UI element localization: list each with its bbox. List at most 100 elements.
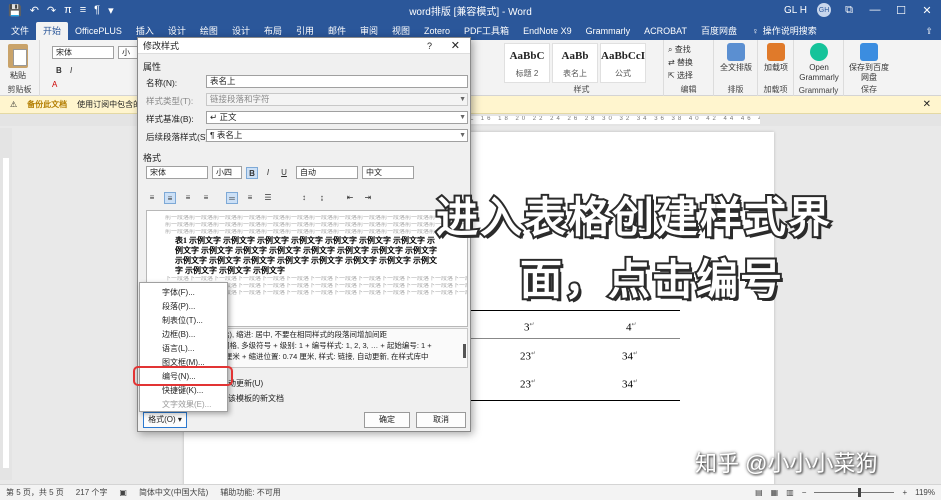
zoom-slider[interactable] [814, 488, 895, 497]
paste-button[interactable]: 粘贴 [10, 70, 26, 81]
underline-button[interactable]: U [278, 167, 290, 179]
zoom-in-icon[interactable]: + [902, 488, 907, 497]
one-half-spacing-icon[interactable]: ≡ [244, 192, 256, 204]
description-scrollbar[interactable] [463, 344, 466, 358]
ribbon-fontcolor-icon[interactable]: A [52, 80, 57, 89]
menu-item-tabs[interactable]: 制表位(T)... [162, 315, 203, 326]
open-grammarly-button[interactable]: Open Grammarly [797, 42, 841, 83]
align-center-icon[interactable]: ≡ [164, 192, 176, 204]
tell-me-search[interactable]: ♀ 操作说明搜索 [744, 22, 825, 40]
select-button[interactable]: ⇱ 选择 [668, 70, 693, 81]
equation-icon[interactable]: π [64, 4, 72, 16]
full-layout-button[interactable]: 全文排版 [716, 42, 756, 73]
dialog-title[interactable]: 修改样式 [138, 38, 470, 54]
align-left-icon[interactable]: ≡ [146, 192, 158, 204]
zoom-level[interactable]: 119% [915, 488, 935, 497]
share-icon[interactable]: ⇪ [925, 22, 933, 40]
avatar[interactable]: GH [817, 3, 831, 17]
format-menu-button[interactable]: 格式(O) ▾ [143, 412, 187, 428]
tab-endnote[interactable]: EndNote X9 [516, 22, 579, 40]
dialog-close-button[interactable]: ✕ [451, 38, 460, 54]
auto-update-checkbox[interactable]: 动更新(U) [228, 378, 263, 389]
paste-icon[interactable] [8, 44, 28, 68]
template-option[interactable]: 该模板的新文档 [228, 393, 284, 404]
menu-item-shortcut-key[interactable]: 快捷键(K)... [162, 385, 203, 396]
user-name[interactable]: GL H [784, 5, 807, 16]
replace-icon: ⇄ [668, 58, 677, 67]
bold-button[interactable]: B [246, 167, 258, 179]
proofing-icon[interactable]: ▣ [119, 488, 127, 497]
size-select[interactable]: 小四 [212, 166, 242, 179]
search-icon: ⌕ [668, 45, 675, 54]
customize-qat-icon[interactable]: ▾ [108, 4, 114, 17]
word-count[interactable]: 217 个字 [76, 487, 108, 498]
paragraph-mark-icon[interactable]: ¶ [94, 4, 100, 16]
print-layout-icon[interactable]: ▦ [771, 488, 779, 497]
single-spacing-icon[interactable]: ═ [226, 192, 238, 204]
decrease-indent-icon[interactable]: ⇤ [344, 192, 356, 204]
style-type-select[interactable]: 链接段落和字符 ▼ [206, 93, 468, 106]
based-on-select[interactable]: ↵ 正文 ▼ [206, 111, 468, 124]
table-cell[interactable]: 3↵ [524, 321, 535, 334]
replace-button[interactable]: ⇄ 替换 [668, 57, 693, 68]
increase-spacing-icon[interactable]: ↕ [298, 192, 310, 204]
tab-baidu[interactable]: 百度网盘 [694, 22, 744, 40]
tab-home[interactable]: 开始 [36, 22, 69, 40]
ribbon-size-box[interactable]: 小 [118, 46, 138, 59]
menu-item-border[interactable]: 边框(B)... [162, 329, 195, 340]
table-cell[interactable]: 23↵ [520, 378, 536, 391]
dialog-help-button[interactable]: ? [427, 38, 432, 54]
table-cell[interactable]: 23↵ [520, 350, 536, 363]
font-select[interactable]: 宋体 [146, 166, 208, 179]
message-bar-close-button[interactable]: ✕ [923, 99, 931, 110]
script-select[interactable]: 中文 [362, 166, 414, 179]
tab-grammarly[interactable]: Grammarly [579, 22, 638, 40]
ribbon-display-icon[interactable]: ⧉ [841, 4, 857, 17]
tab-acrobat[interactable]: ACROBAT [637, 22, 694, 40]
addin-button[interactable]: 加载项 [760, 42, 792, 73]
style-card-table-caption[interactable]: AaBb 表名上 [552, 43, 598, 83]
language-status[interactable]: 简体中文(中国大陆) [139, 487, 208, 498]
maximize-button[interactable]: ☐ [893, 4, 909, 17]
ribbon-bold-icon[interactable]: B [56, 66, 62, 75]
ribbon-font-box[interactable]: 宋体 [52, 46, 114, 59]
menu-item-language[interactable]: 语言(L)... [162, 343, 194, 354]
ok-button[interactable]: 确定 [364, 412, 410, 428]
web-layout-icon[interactable]: ▥ [786, 488, 794, 497]
font-color-select[interactable]: 自动 [296, 166, 358, 179]
editing-group: ⌕ 查找 ⇄ 替换 ⇱ 选择 编辑 [664, 40, 714, 96]
table-cell[interactable]: 34↵ [622, 378, 638, 391]
menu-item-paragraph[interactable]: 段落(P)... [162, 301, 195, 312]
justify-icon[interactable]: ≡ [200, 192, 212, 204]
style-name-input[interactable]: 表名上 [206, 75, 468, 88]
style-card-heading2[interactable]: AaBbC 标题 2 [504, 43, 550, 83]
style-card-formula[interactable]: AaBbCcI 公式 [600, 43, 646, 83]
accessibility-status[interactable]: 辅助功能: 不可用 [220, 487, 280, 498]
double-spacing-icon[interactable]: ☰ [262, 192, 274, 204]
close-window-button[interactable]: ✕ [919, 4, 935, 17]
zoom-slider-thumb[interactable] [858, 488, 862, 497]
tab-file[interactable]: 文件 [4, 22, 36, 40]
decrease-spacing-icon[interactable]: ↨ [316, 192, 328, 204]
redo-icon[interactable]: ↷ [47, 4, 56, 17]
list-icon[interactable]: ≡ [80, 4, 86, 16]
save-to-baidu-button[interactable]: 保存到百度网盘 [846, 42, 892, 83]
find-button[interactable]: ⌕ 查找 [668, 44, 691, 55]
increase-indent-icon[interactable]: ⇥ [362, 192, 374, 204]
cancel-button[interactable]: 取消 [416, 412, 466, 428]
italic-button[interactable]: I [262, 167, 274, 179]
ribbon-italic-icon[interactable]: I [70, 66, 72, 75]
table-cell[interactable]: 34↵ [622, 350, 638, 363]
menu-item-font[interactable]: 字体(F)... [162, 287, 195, 298]
align-right-icon[interactable]: ≡ [182, 192, 194, 204]
zoom-out-icon[interactable]: − [802, 488, 807, 497]
page-count[interactable]: 第 5 页，共 5 页 [6, 487, 64, 498]
minimize-button[interactable]: — [867, 4, 883, 16]
save-icon[interactable]: 💾 [8, 4, 22, 17]
table-cell[interactable]: 4↵ [626, 321, 637, 334]
read-mode-icon[interactable]: ▤ [755, 488, 763, 497]
tab-officeplus[interactable]: OfficePLUS [68, 22, 129, 40]
vertical-ruler[interactable] [0, 128, 12, 480]
next-style-select[interactable]: ¶ 表名上 ▼ [206, 129, 468, 142]
undo-icon[interactable]: ↶ [30, 4, 39, 17]
